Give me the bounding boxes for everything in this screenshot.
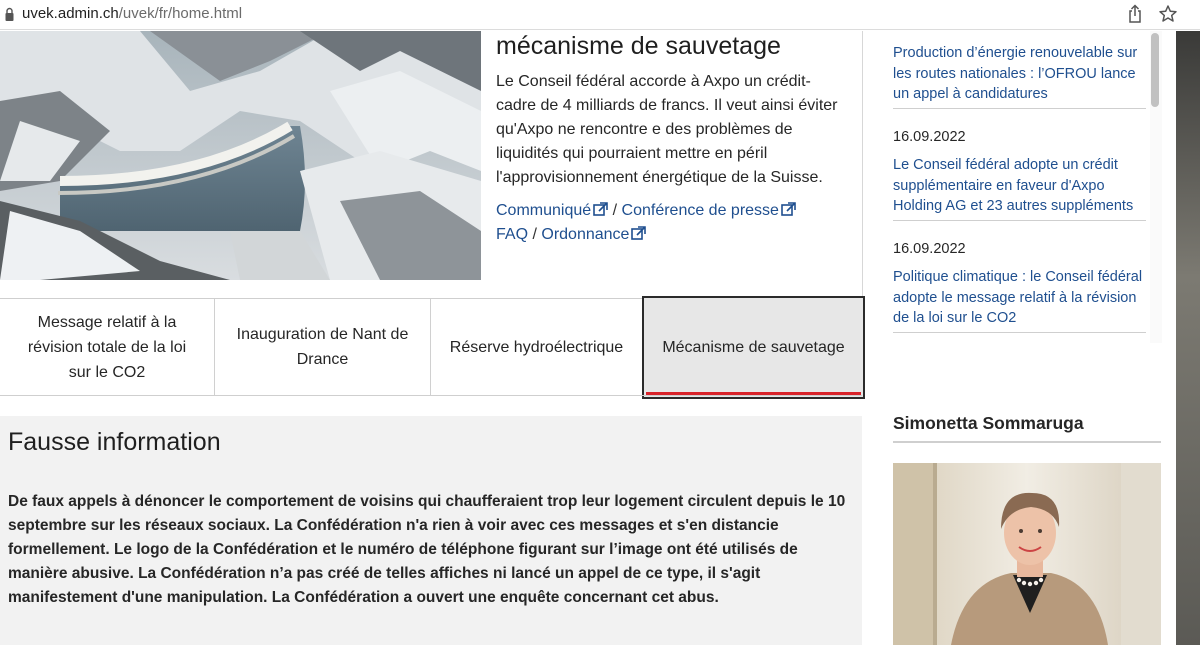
- tab-label: Inauguration de Nant de Drance: [236, 326, 409, 368]
- ordonnance-link[interactable]: Ordonnance: [541, 226, 647, 243]
- external-link-icon: [593, 202, 608, 216]
- communique-link[interactable]: Communiqué: [496, 202, 608, 219]
- hero-links-row-1: Communiqué / Conférence de presse: [496, 199, 796, 223]
- profile-portrait[interactable]: [893, 463, 1161, 645]
- star-icon[interactable]: [1158, 4, 1178, 24]
- profile-title: Simonetta Sommaruga: [893, 413, 1084, 433]
- communique-link-label: Communiqué: [496, 202, 592, 219]
- news-date: 16.09.2022: [893, 129, 966, 145]
- tab-hydro-reserve[interactable]: Réserve hydroélectrique: [431, 299, 642, 395]
- tab-rescue-mechanism[interactable]: Mécanisme de sauvetage: [642, 296, 865, 399]
- background-strip: [1176, 31, 1200, 645]
- tabs-bottom-border: [0, 395, 862, 396]
- browser-url-bar[interactable]: uvek.admin.ch/uvek/fr/home.html: [0, 0, 1200, 30]
- external-link-icon: [631, 226, 647, 240]
- news-item-link[interactable]: Le Conseil fédéral adopte un crédit supp…: [893, 155, 1148, 217]
- conference-link-label: Conférence de presse: [621, 202, 779, 219]
- news-item-link[interactable]: Politique climatique : le Conseil fédéra…: [893, 267, 1148, 329]
- news-date: 16.09.2022: [893, 241, 966, 257]
- tab-label: Mécanisme de sauvetage: [662, 339, 845, 356]
- tab-label: Message relatif à la révision totale de …: [27, 313, 187, 381]
- link-separator: /: [532, 226, 537, 243]
- faq-link[interactable]: FAQ: [496, 226, 528, 243]
- ordonnance-link-label: Ordonnance: [541, 226, 630, 243]
- news-separator: [893, 108, 1146, 109]
- hero-description: Le Conseil fédéral accorde à Axpo un cré…: [496, 73, 838, 186]
- profile-rule: [893, 441, 1161, 443]
- tab-label: Réserve hydroélectrique: [449, 338, 624, 356]
- url-host: uvek.admin.ch: [22, 5, 119, 22]
- lock-icon: [5, 7, 14, 21]
- conference-link[interactable]: Conférence de presse: [622, 202, 796, 219]
- tab-nant-de-drance[interactable]: Inauguration de Nant de Drance: [215, 299, 430, 395]
- share-icon[interactable]: [1126, 4, 1144, 24]
- tab-co2-law[interactable]: Message relatif à la révision totale de …: [0, 299, 214, 395]
- external-link-icon: [781, 202, 796, 216]
- hero-title: mécanisme de sauvetage: [496, 32, 781, 60]
- url-path: /uvek/fr/home.html: [118, 5, 243, 22]
- url-text[interactable]: uvek.admin.ch/uvek/fr/home.html: [22, 5, 242, 22]
- news-separator: [893, 332, 1146, 333]
- news-scrollbar-thumb[interactable]: [1151, 33, 1159, 107]
- link-separator: /: [612, 202, 618, 219]
- notice-title: Fausse information: [8, 428, 221, 456]
- notice-text: De faux appels à dénoncer le comportemen…: [8, 493, 846, 606]
- news-item-link[interactable]: Production d’énergie renouvelable sur le…: [893, 43, 1148, 105]
- hero-links-row-2: FAQ / Ordonnance: [496, 223, 647, 247]
- hero-image-dam: [0, 31, 481, 280]
- news-separator: [893, 220, 1146, 221]
